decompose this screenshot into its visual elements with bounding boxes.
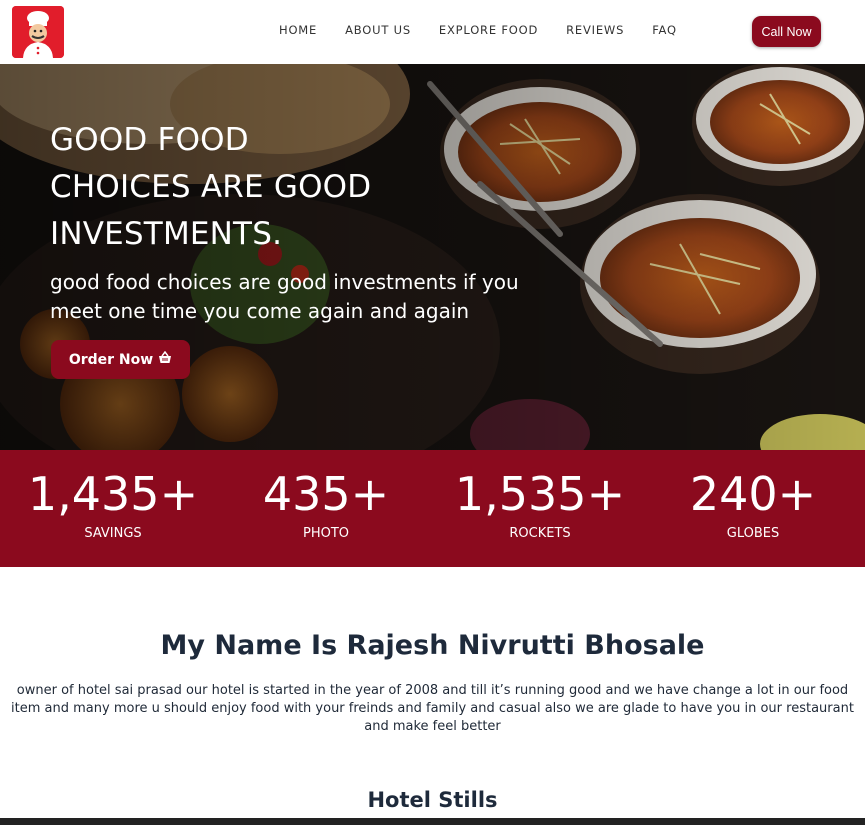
nav-home[interactable]: HOME bbox=[279, 23, 317, 37]
order-now-label: Order Now bbox=[68, 351, 154, 368]
stat-value: 1,435+ bbox=[27, 467, 199, 521]
nav-links: HOME ABOUT US EXPLORE FOOD REVIEWS FAQ bbox=[279, 23, 705, 37]
stat-label: GLOBES bbox=[726, 526, 780, 541]
gallery-strip bbox=[0, 818, 865, 825]
stat-label: ROCKETS bbox=[509, 526, 571, 541]
nav-reviews[interactable]: REVIEWS bbox=[566, 23, 624, 37]
stat-value: 435+ bbox=[262, 467, 390, 521]
about-title: My Name Is Rajesh Nivrutti Bhosale bbox=[160, 630, 705, 661]
hero-title: GOOD FOOD CHOICES ARE GOOD INVESTMENTS. bbox=[50, 122, 372, 252]
stat-rockets: 1,535+ ROCKETS bbox=[430, 464, 650, 541]
stats-banner: 1,435+ SAVINGS 435+ PHOTO 1,535+ ROCKETS… bbox=[0, 450, 865, 567]
shopping-basket-icon bbox=[158, 350, 172, 368]
stat-photo: 435+ PHOTO bbox=[216, 464, 436, 541]
call-now-button[interactable]: Call Now bbox=[752, 16, 821, 47]
navbar: HOME ABOUT US EXPLORE FOOD REVIEWS FAQ C… bbox=[0, 0, 865, 64]
order-now-button[interactable]: Order Now bbox=[51, 340, 190, 379]
stat-value: 240+ bbox=[689, 467, 817, 521]
hotel-stills-title: Hotel Stills bbox=[367, 788, 498, 812]
chef-logo-icon[interactable] bbox=[12, 6, 64, 58]
stat-label: SAVINGS bbox=[84, 526, 142, 541]
hero-subtitle: good food choices are good investments i… bbox=[50, 270, 519, 323]
stat-label: PHOTO bbox=[302, 526, 350, 541]
about-text: owner of hotel sai prasad our hotel is s… bbox=[11, 683, 854, 734]
nav-explore-food[interactable]: EXPLORE FOOD bbox=[439, 23, 538, 37]
stat-savings: 1,435+ SAVINGS bbox=[3, 464, 223, 541]
nav-about-us[interactable]: ABOUT US bbox=[345, 23, 411, 37]
hero-section: GOOD FOOD CHOICES ARE GOOD INVESTMENTS. … bbox=[0, 64, 865, 450]
stat-value: 1,535+ bbox=[454, 467, 626, 521]
stat-globes: 240+ GLOBES bbox=[643, 464, 863, 541]
nav-faq[interactable]: FAQ bbox=[652, 23, 677, 37]
